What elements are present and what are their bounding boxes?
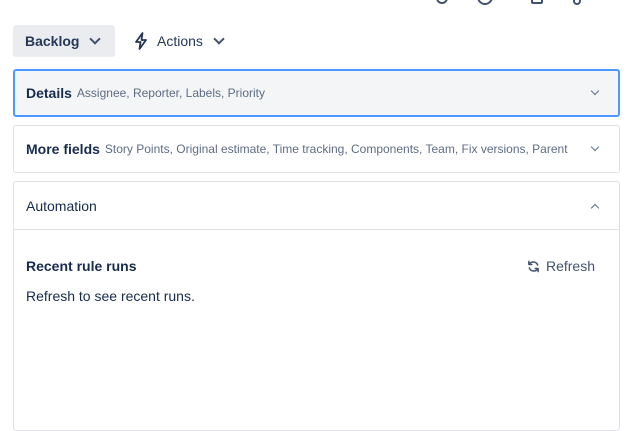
details-section[interactable]: Details Assignee, Reporter, Labels, Prio… <box>13 69 620 117</box>
chevron-down-icon <box>213 33 225 45</box>
lightning-bolt-icon <box>135 32 147 50</box>
more-fields-summary: Story Points, Original estimate, Time tr… <box>104 142 568 156</box>
issue-toolbar: Backlog Actions <box>13 25 225 57</box>
status-dropdown-button[interactable]: Backlog <box>13 25 115 57</box>
top-icon-strip <box>0 0 643 10</box>
empty-runs-message: Refresh to see recent runs. <box>26 288 195 304</box>
details-title: Details <box>26 85 72 101</box>
automation-section: Automation Recent rule runs Refresh Refr… <box>13 181 620 431</box>
automation-title: Automation <box>26 197 97 214</box>
search-icon[interactable] <box>436 0 448 4</box>
automation-header[interactable]: Automation <box>14 182 619 230</box>
refresh-icon <box>528 260 539 272</box>
actions-label: Actions <box>157 33 203 49</box>
more-fields-title: More fields <box>26 141 100 157</box>
recent-rule-runs-title: Recent rule runs <box>26 258 137 274</box>
chevron-up-icon <box>590 203 600 212</box>
chevron-down-icon <box>590 86 600 96</box>
actions-dropdown-button[interactable]: Actions <box>133 25 225 57</box>
refresh-button[interactable]: Refresh <box>527 250 607 282</box>
refresh-label: Refresh <box>545 258 595 274</box>
more-fields-section[interactable]: More fields Story Points, Original estim… <box>13 125 620 173</box>
link-icon[interactable] <box>573 0 581 5</box>
clock-icon[interactable] <box>477 0 493 5</box>
chevron-down-icon <box>590 142 600 152</box>
details-summary: Assignee, Reporter, Labels, Priority <box>76 86 266 100</box>
copy-icon[interactable] <box>531 0 543 4</box>
automation-body: Recent rule runs Refresh Refresh to see … <box>14 250 619 304</box>
status-label: Backlog <box>25 33 80 49</box>
chevron-down-icon <box>89 33 102 45</box>
